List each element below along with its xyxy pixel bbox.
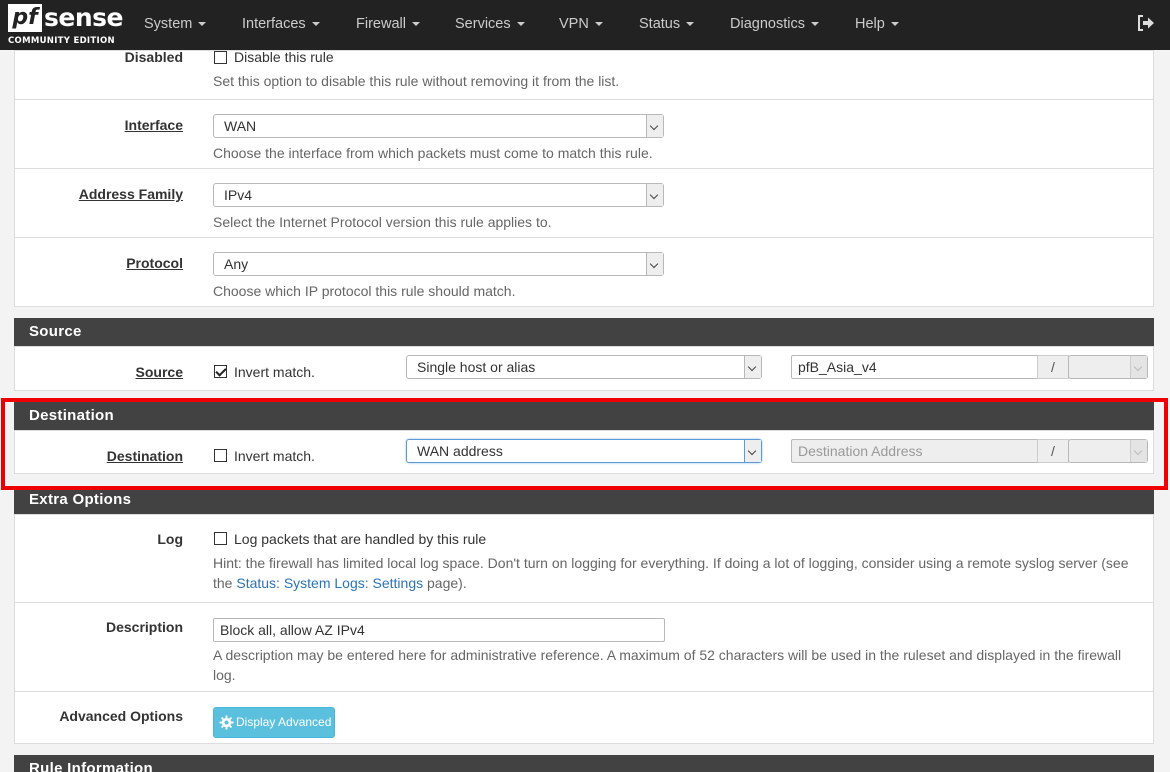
disabled-label: Disabled (124, 49, 183, 65)
system-logs-settings-link[interactable]: Status: System Logs: Settings (236, 575, 423, 591)
protocol-help: Choose which IP protocol this rule shoul… (213, 283, 516, 299)
nav-services-label: Services (455, 16, 511, 32)
chevron-down-icon (646, 115, 663, 137)
interface-help: Choose the interface from which packets … (213, 145, 653, 161)
nav-vpn-label: VPN (559, 16, 589, 32)
logo-pf: pf (8, 4, 42, 32)
nav-interfaces-label: Interfaces (242, 16, 306, 32)
destination-address-input[interactable]: Destination Address (791, 439, 1039, 463)
source-type-value: Single host or alias (417, 359, 536, 375)
description-input[interactable]: Block all, allow AZ IPv4 (213, 618, 665, 642)
display-advanced-label: Display Advanced (236, 715, 332, 729)
source-invert-label: Invert match. (234, 364, 315, 380)
log-checkbox-label: Log packets that are handled by this rul… (234, 531, 487, 547)
nav-status-label: Status (639, 16, 681, 32)
nav-firewall-label: Firewall (356, 16, 406, 32)
chevron-down-icon (1130, 440, 1147, 462)
destination-label[interactable]: Destination (107, 448, 183, 464)
row-divider (14, 168, 1154, 169)
logo-edition: COMMUNITY EDITION (8, 36, 115, 46)
nav-vpn[interactable]: VPN (559, 0, 603, 50)
nav-interfaces[interactable]: Interfaces (242, 0, 320, 50)
source-label[interactable]: Source (136, 364, 183, 380)
chevron-down-icon (198, 22, 207, 27)
chevron-down-icon (516, 22, 525, 27)
source-invert-checkbox[interactable] (214, 365, 227, 378)
destination-type-value: WAN address (417, 443, 503, 459)
advanced-options-label: Advanced Options (59, 708, 183, 724)
source-heading: Source (14, 318, 1154, 346)
protocol-label[interactable]: Protocol (126, 255, 183, 271)
extra-options-heading: Extra Options (14, 486, 1154, 514)
disabled-help: Set this option to disable this rule wit… (213, 73, 620, 89)
logo-sense: sense (44, 3, 123, 32)
chevron-down-icon (646, 253, 663, 275)
interface-label[interactable]: Interface (125, 117, 183, 133)
destination-type-select[interactable]: WAN address (406, 439, 762, 463)
nav-diagnostics-label: Diagnostics (730, 16, 805, 32)
log-help-suffix: page). (423, 575, 467, 591)
row-divider (14, 99, 1154, 100)
disable-rule-checkbox-label: Disable this rule (234, 49, 334, 65)
rule-information-heading: Rule Information (14, 755, 1154, 772)
nav-status[interactable]: Status (639, 0, 695, 50)
source-mask-select[interactable] (1068, 355, 1148, 379)
source-type-select[interactable]: Single host or alias (406, 355, 762, 379)
source-address-input[interactable]: pfB_Asia_v4 (791, 355, 1039, 379)
chevron-down-icon (311, 22, 320, 27)
top-navbar: pf sense COMMUNITY EDITION System Interf… (0, 0, 1170, 50)
chevron-down-icon (1130, 356, 1147, 378)
log-help: Hint: the firewall has limited local log… (213, 553, 1143, 593)
nav-services[interactable]: Services (455, 0, 525, 50)
row-divider (14, 691, 1154, 692)
description-label: Description (105, 619, 183, 635)
address-family-label[interactable]: Address Family (79, 186, 183, 202)
interface-select[interactable]: WAN (213, 114, 664, 138)
display-advanced-button[interactable]: Display Advanced (213, 707, 335, 738)
disable-rule-checkbox[interactable] (214, 51, 227, 64)
nav-system-label: System (144, 16, 193, 32)
protocol-select[interactable]: Any (213, 252, 664, 276)
interface-select-value: WAN (224, 118, 257, 134)
chevron-down-icon (810, 22, 819, 27)
destination-mask-slash: / (1037, 439, 1069, 463)
chevron-down-icon (411, 22, 420, 27)
source-mask-slash: / (1037, 355, 1069, 379)
row-divider (14, 237, 1154, 238)
sign-out-icon[interactable] (1137, 15, 1155, 31)
address-family-select[interactable]: IPv4 (213, 183, 664, 207)
pfsense-logo[interactable]: pf sense COMMUNITY EDITION (8, 3, 123, 48)
log-label: Log (157, 531, 183, 547)
destination-invert-label: Invert match. (234, 448, 315, 464)
nav-firewall[interactable]: Firewall (356, 0, 420, 50)
chevron-down-icon (744, 440, 761, 462)
nav-help[interactable]: Help (855, 0, 899, 50)
nav-system[interactable]: System (144, 0, 207, 50)
destination-invert-checkbox[interactable] (214, 449, 227, 462)
protocol-select-value: Any (224, 256, 249, 272)
log-checkbox[interactable] (214, 532, 227, 545)
chevron-down-icon (890, 22, 899, 27)
chevron-down-icon (744, 356, 761, 378)
nav-diagnostics[interactable]: Diagnostics (730, 0, 819, 50)
chevron-down-icon (646, 184, 663, 206)
row-divider (14, 602, 1154, 603)
address-family-select-value: IPv4 (224, 187, 253, 203)
destination-mask-select[interactable] (1068, 439, 1148, 463)
nav-help-label: Help (855, 16, 885, 32)
description-help: A description may be entered here for ad… (213, 647, 1122, 683)
gear-icon (219, 715, 234, 730)
address-family-help: Select the Internet Protocol version thi… (213, 214, 552, 230)
chevron-down-icon (594, 22, 603, 27)
destination-heading: Destination (14, 402, 1154, 430)
chevron-down-icon (686, 22, 695, 27)
